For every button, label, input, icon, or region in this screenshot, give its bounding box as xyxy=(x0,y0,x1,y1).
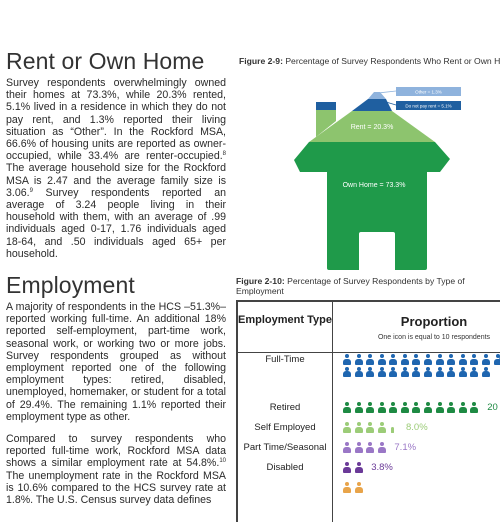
label-own-home: Own Home = 73.3% xyxy=(343,182,406,189)
segment-do-not-pay-rent xyxy=(352,99,392,111)
person-icon xyxy=(423,366,433,378)
person-icon xyxy=(458,402,468,413)
header-divider xyxy=(238,352,500,353)
row-percentage: 8.0% xyxy=(406,422,428,433)
rent-own-heading: Rent or Own Home xyxy=(6,48,205,74)
person-icon xyxy=(342,482,352,493)
person-icon xyxy=(435,366,445,378)
person-icon xyxy=(354,442,364,453)
house-chart: Other = 1.3% Do not pay rent = 5.1% Rent… xyxy=(294,87,461,270)
person-icon xyxy=(446,402,456,413)
person-icon xyxy=(435,402,445,413)
person-icon xyxy=(388,366,398,378)
icon-group xyxy=(342,354,500,379)
person-icon xyxy=(469,354,479,365)
icon-legend-note: One icon is equal to 10 respondents xyxy=(377,334,491,341)
person-icon xyxy=(446,366,456,378)
person-icon xyxy=(388,402,398,413)
person-icon xyxy=(354,402,364,413)
person-icon xyxy=(446,354,456,365)
row-label: Full-Time xyxy=(265,354,305,365)
figure-2-10-caption: Figure 2-10: Percentage of Survey Respon… xyxy=(236,276,465,296)
icon-group xyxy=(342,462,500,475)
segment-other xyxy=(368,92,386,99)
person-icon xyxy=(481,366,491,378)
label-do-not-pay-rent: Do not pay rent = 5.1% xyxy=(405,104,451,109)
person-icon xyxy=(377,354,387,365)
person-icon xyxy=(365,402,375,413)
row-label: Self Employed xyxy=(254,422,316,433)
row-percentage: 20 xyxy=(487,402,498,413)
row-label: Retired xyxy=(269,402,301,413)
person-icon xyxy=(365,354,375,365)
icon-group xyxy=(342,402,500,415)
person-icon xyxy=(365,442,375,453)
person-icon xyxy=(400,354,410,365)
person-icon xyxy=(342,462,352,473)
footnote-10[interactable]: 10 xyxy=(219,458,226,464)
rent-own-paragraph: Survey respondents overwhelmingly owned … xyxy=(6,77,226,260)
figure-2-9-caption: Figure 2-9: Percentage of Survey Respond… xyxy=(239,56,500,66)
person-icon xyxy=(411,354,421,365)
employment-heading: Employment xyxy=(6,272,135,299)
person-icon xyxy=(354,482,364,493)
person-icon xyxy=(365,366,375,378)
text-column: Rent or Own Home Survey respondents over… xyxy=(6,48,226,506)
segment-own-home xyxy=(294,142,450,270)
person-icon xyxy=(481,354,491,365)
person-icon xyxy=(354,366,364,378)
person-icon xyxy=(400,366,410,378)
icon-group xyxy=(342,482,500,495)
icon-group xyxy=(342,442,500,455)
header-employment-type: Employment Type xyxy=(238,314,332,326)
person-icon xyxy=(342,422,352,433)
person-icon xyxy=(342,354,352,365)
person-icon xyxy=(377,422,387,433)
person-icon xyxy=(423,354,433,365)
person-icon xyxy=(354,354,364,365)
person-icon xyxy=(354,422,364,433)
person-icon xyxy=(342,402,352,413)
label-rent: Rent = 20.3% xyxy=(351,124,394,131)
column-divider xyxy=(332,302,333,522)
person-icon xyxy=(469,402,479,413)
row-percentage: 7.1% xyxy=(394,442,417,453)
footnote-8[interactable]: 8 xyxy=(223,151,226,157)
employment-paragraph-1: A majority of respondents in the HCS –51… xyxy=(6,301,226,423)
person-icon xyxy=(342,366,352,378)
person-icon xyxy=(435,354,445,365)
person-icon xyxy=(423,402,433,413)
person-icon xyxy=(388,422,398,433)
person-icon xyxy=(377,366,387,378)
chimney-top xyxy=(316,102,336,110)
person-icon xyxy=(411,402,421,413)
person-icon xyxy=(365,422,375,433)
person-icon xyxy=(377,402,387,413)
callout-line-other xyxy=(377,90,397,94)
employment-paragraph-2: Compared to survey respondents who repor… xyxy=(6,433,226,507)
row-label: Part Time/Seasonal xyxy=(243,442,327,453)
header-proportion: Proportion xyxy=(400,314,468,329)
row-label: Disabled xyxy=(266,462,304,473)
person-icon xyxy=(342,442,352,453)
person-icon xyxy=(469,366,479,378)
row-percentage: 3.8% xyxy=(371,462,393,473)
label-other: Other = 1.3% xyxy=(415,90,442,95)
person-icon xyxy=(388,354,398,365)
person-icon xyxy=(354,462,364,473)
employment-table: Employment Type Proportion One icon is e… xyxy=(236,300,500,522)
person-icon xyxy=(458,354,468,365)
person-icon xyxy=(377,442,387,453)
person-icon xyxy=(411,366,421,378)
person-icon xyxy=(400,402,410,413)
person-icon xyxy=(458,366,468,378)
